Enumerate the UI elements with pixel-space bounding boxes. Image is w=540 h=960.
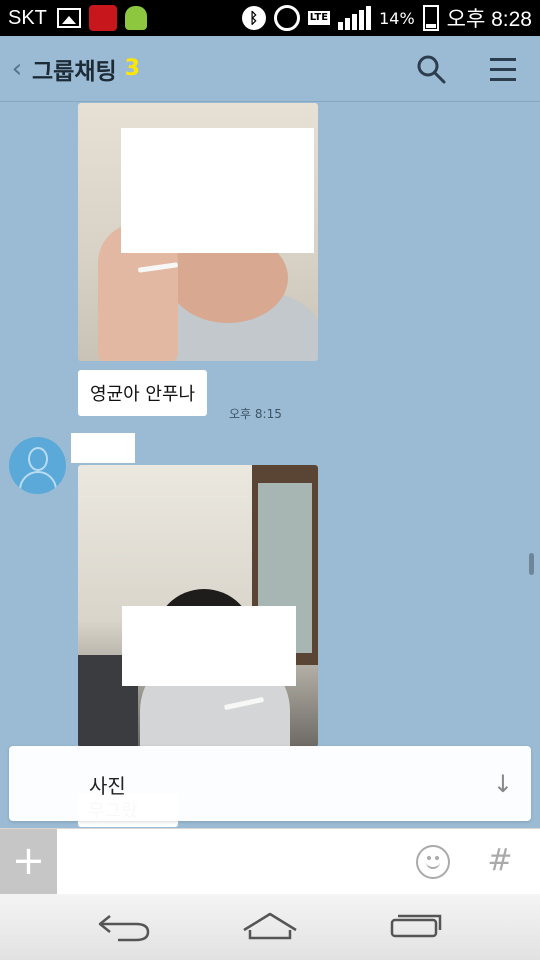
message-input-bar: + #	[0, 828, 540, 895]
back-arrow-icon[interactable]	[96, 912, 152, 942]
message-timestamp: 오후 8:15	[229, 407, 282, 421]
chat-title: 그룹채팅	[32, 58, 117, 85]
smiley-icon[interactable]	[416, 845, 450, 879]
redaction-box	[122, 606, 296, 686]
system-nav-bar	[0, 894, 540, 960]
redaction-box	[121, 128, 314, 253]
lte-icon: LTE	[307, 11, 331, 25]
search-icon[interactable]	[416, 54, 446, 84]
battery-icon	[422, 5, 439, 31]
attach-button[interactable]: +	[0, 829, 57, 895]
bluetooth-icon: ᛒ	[241, 6, 266, 30]
message-list[interactable]: 영균아 안푸나 오후 8:15 무그랐	[0, 103, 540, 827]
member-count-badge: 3	[124, 56, 140, 81]
chat-header: ‹ 그룹채팅 3	[0, 36, 540, 102]
status-bar: SKT ᛒ LTE 14% 오후 8:28	[0, 0, 540, 36]
avatar[interactable]	[9, 437, 66, 494]
hamburger-menu-icon[interactable]	[490, 58, 516, 81]
photo-message[interactable]	[78, 465, 318, 747]
battery-percent: 14%	[379, 8, 415, 28]
plus-icon: +	[11, 838, 46, 884]
recent-apps-icon[interactable]	[388, 910, 444, 940]
carrier-label: SKT	[8, 6, 47, 29]
sender-name-redacted	[71, 433, 135, 463]
boss-app-notification-icon	[88, 5, 117, 31]
alarm-icon	[273, 5, 300, 31]
message-input[interactable]	[60, 837, 400, 887]
scrollbar-thumb[interactable]	[529, 553, 534, 575]
text-message-bubble[interactable]: 영균아 안푸나	[78, 370, 208, 416]
new-message-banner[interactable]: 사진 ↓	[9, 746, 531, 821]
arrow-down-icon[interactable]: ↓	[493, 770, 513, 798]
signal-strength-icon	[338, 6, 372, 30]
status-time: 오후 8:28	[446, 8, 532, 31]
photo-message[interactable]	[78, 103, 318, 361]
hash-icon[interactable]: #	[482, 843, 518, 878]
chevron-left-icon[interactable]: ‹	[2, 54, 32, 84]
gallery-notification-icon	[56, 8, 81, 28]
home-icon[interactable]	[240, 910, 300, 942]
android-notification-icon	[124, 6, 147, 30]
new-message-preview: 사진	[89, 774, 126, 798]
